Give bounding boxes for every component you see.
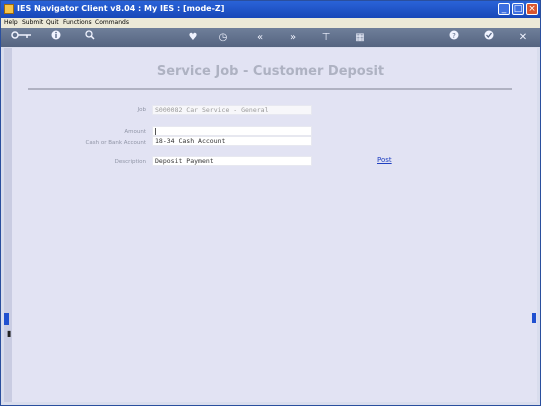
check-icon[interactable]	[482, 28, 496, 47]
amount-input[interactable]	[152, 126, 312, 136]
menu-help[interactable]: Help	[4, 19, 18, 26]
right-side-tab[interactable]	[532, 313, 536, 323]
app-window: IES Navigator Client v8.04 : My IES : [m…	[0, 0, 541, 406]
clock-icon[interactable]: ◷	[216, 28, 230, 47]
job-label: Job	[137, 107, 146, 113]
bookmark-icon[interactable]: ⊤	[319, 28, 333, 47]
app-icon	[4, 4, 14, 14]
maximize-button[interactable]: □	[512, 3, 524, 15]
amount-label: Amount	[124, 129, 146, 135]
info-icon[interactable]	[49, 28, 63, 47]
back-icon[interactable]: «	[253, 28, 267, 47]
account-input[interactable]: 18-34 Cash Account	[152, 136, 312, 146]
toolbar: ♥ ◷ « » ⊤ ▦ ? ✕	[1, 28, 540, 47]
menu-submit[interactable]: Submit	[22, 19, 43, 26]
forward-icon[interactable]: »	[286, 28, 300, 47]
text-caret	[155, 128, 156, 135]
heart-icon[interactable]: ♥	[186, 28, 200, 47]
left-side-tab[interactable]	[4, 313, 9, 325]
key-icon[interactable]	[9, 28, 35, 47]
minimize-button[interactable]: _	[498, 3, 510, 15]
help-icon[interactable]: ?	[447, 28, 461, 47]
job-field: S000082 Car Service - General	[152, 105, 312, 115]
close-icon[interactable]: ✕	[516, 28, 530, 47]
menu-quit[interactable]: Quit	[46, 19, 59, 26]
left-edge-strip	[4, 48, 12, 402]
svg-text:?: ?	[452, 32, 456, 40]
close-window-button[interactable]: ×	[526, 3, 538, 15]
panel-marker-icon: ▮	[7, 329, 12, 338]
menu-functions[interactable]: Functions	[63, 19, 92, 26]
description-input[interactable]: Deposit Payment	[152, 156, 312, 166]
window-title: IES Navigator Client v8.04 : My IES : [m…	[17, 4, 225, 13]
main-panel: Service Job - Customer Deposit Job S0000…	[4, 48, 537, 402]
description-label: Description	[114, 159, 146, 165]
account-label: Cash or Bank Account	[85, 140, 146, 146]
menu-bar: Help Submit Quit Functions Commands	[1, 18, 540, 28]
menu-commands[interactable]: Commands	[95, 19, 129, 26]
title-divider	[28, 88, 512, 90]
grid-icon[interactable]: ▦	[353, 28, 367, 47]
post-link[interactable]: Post	[377, 156, 392, 164]
search-icon[interactable]	[83, 28, 97, 47]
page-title: Service Job - Customer Deposit	[156, 64, 385, 79]
title-bar: IES Navigator Client v8.04 : My IES : [m…	[1, 1, 540, 18]
